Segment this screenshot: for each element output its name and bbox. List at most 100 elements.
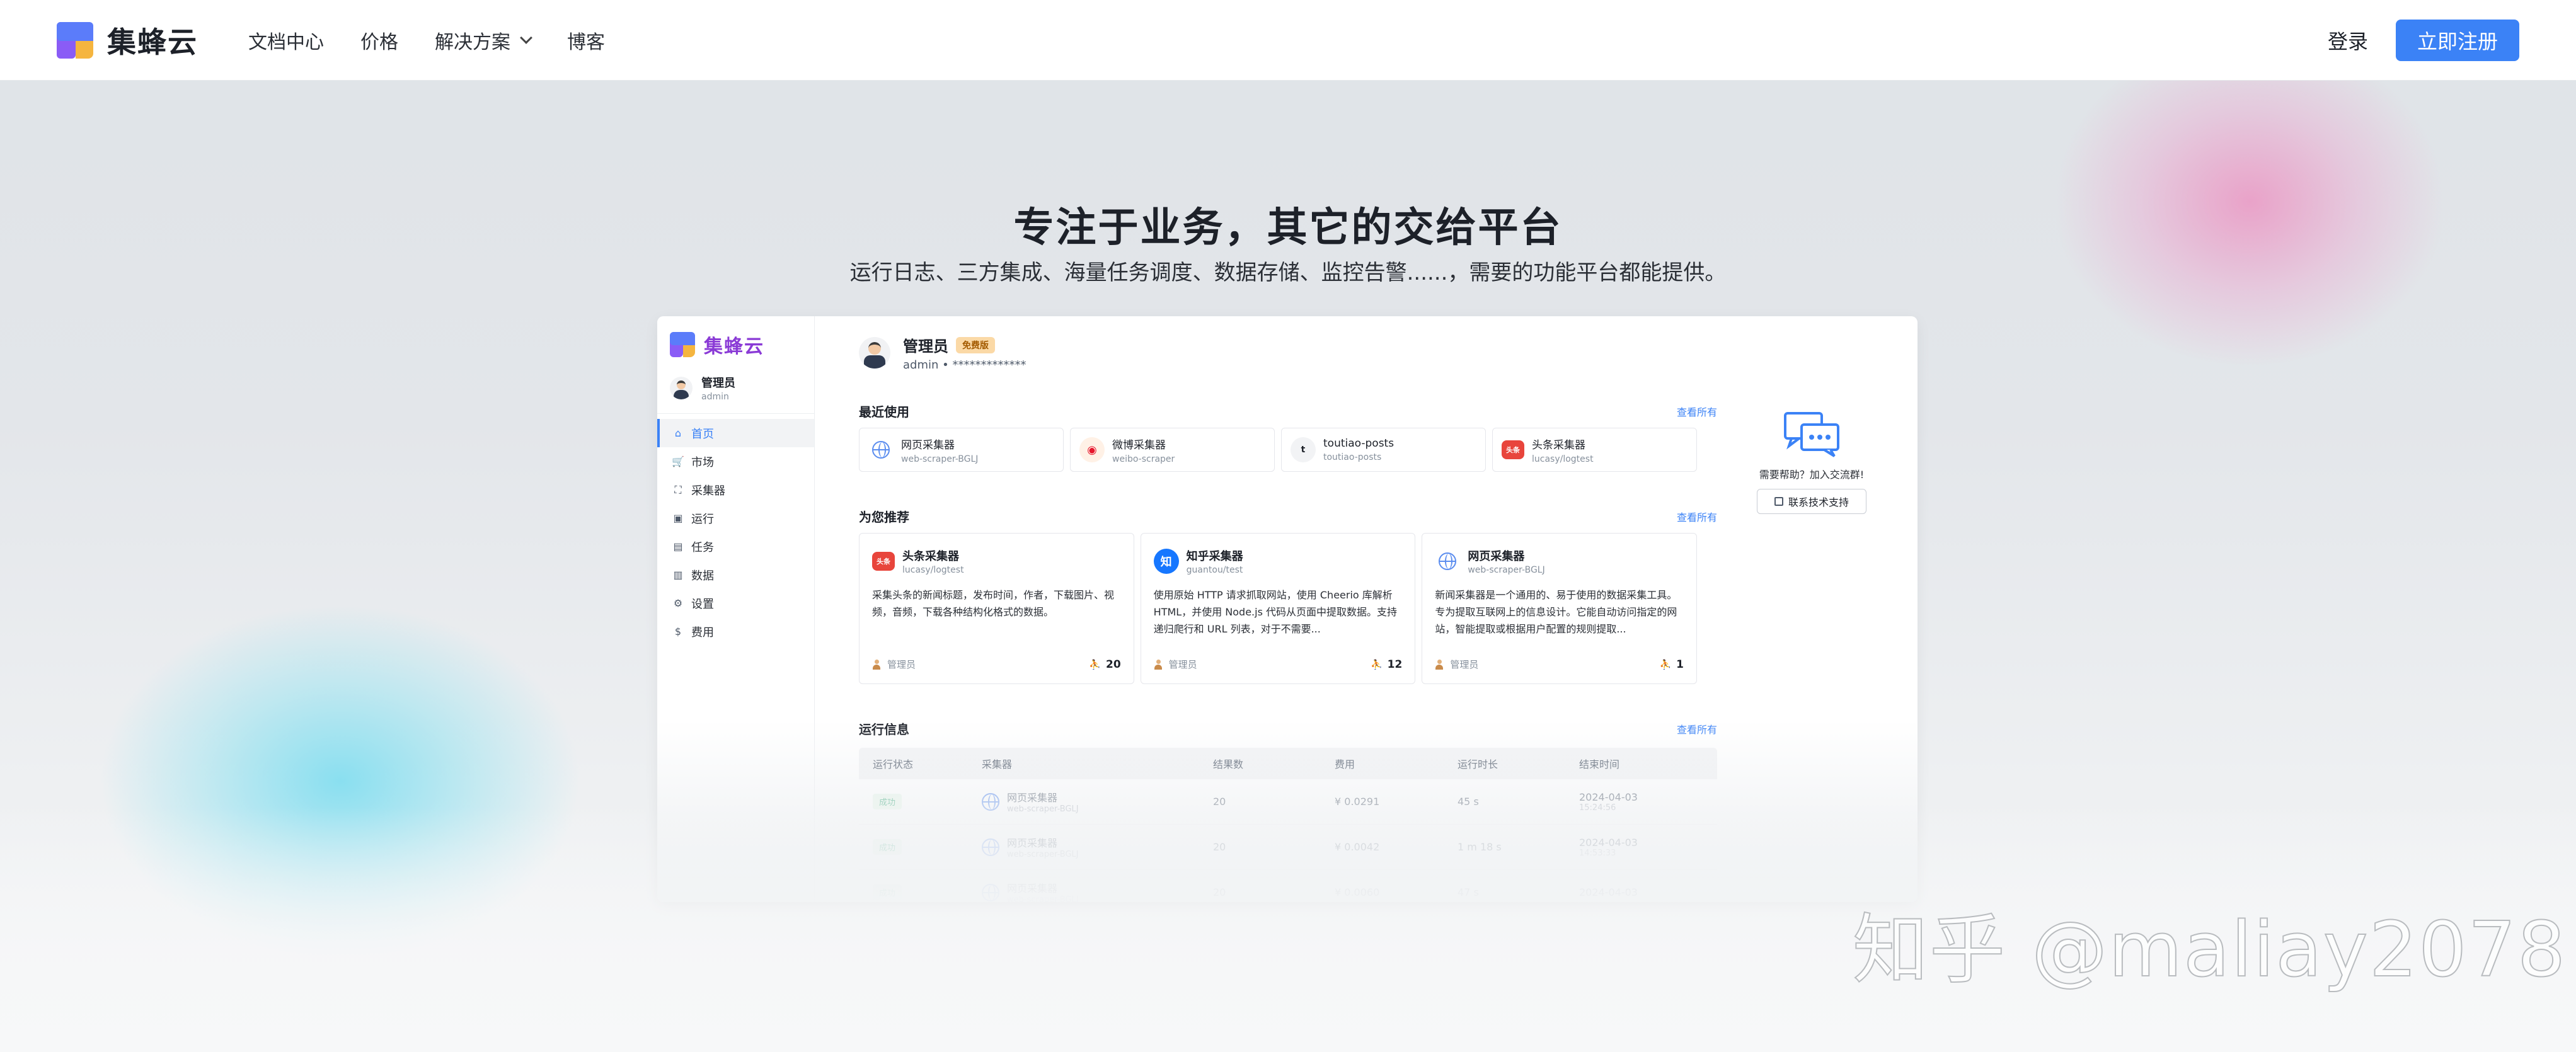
- recommend-section-header: 为您推荐 查看所有: [859, 507, 1717, 525]
- runs-title: 运行信息: [859, 722, 909, 737]
- sidebar-item-label: 采集器: [691, 484, 725, 498]
- chevron-down-icon: [520, 31, 532, 44]
- sidebar-item-label: 任务: [691, 540, 714, 554]
- sidebar-item-2[interactable]: ⛶ 采集器: [657, 476, 814, 504]
- run-icon: ▣: [673, 512, 683, 524]
- recent-card[interactable]: ◉ 微博采集器 weibo-scraper: [1070, 428, 1275, 472]
- nav-solutions-label: 解决方案: [435, 31, 510, 54]
- sidebar-item-0[interactable]: ⌂ 首页: [657, 419, 814, 447]
- signup-button[interactable]: 立即注册: [2395, 19, 2519, 61]
- recommend-card-author: 管理员: [1435, 658, 1478, 671]
- author-name: 管理员: [1168, 659, 1197, 670]
- recommend-card-id: guantou/test: [1186, 565, 1243, 575]
- recommend-card-name: 知乎采集器: [1186, 550, 1243, 563]
- col-scraper: 采集器: [982, 758, 1013, 770]
- chat-icon: [1784, 412, 1839, 457]
- admin-avatar: [859, 337, 890, 369]
- recommend-card-description: 采集头条的新闻标题，发布时间，作者，下载图片、视频，音频，下载各种结构化格式的数…: [872, 589, 1115, 618]
- data-icon: ▥: [673, 569, 683, 581]
- recommend-card[interactable]: 头条 头条采集器 lucasy/logtest 采集头条的新闻标题，发布时间，作者，下…: [859, 533, 1134, 684]
- recommend-card[interactable]: 网页采集器 web-scraper-BGLJ 新闻采集器是一个通用的、易于使用的数据…: [1422, 533, 1698, 684]
- recent-card-name: 微博采集器: [1112, 438, 1166, 452]
- recent-title: 最近使用: [859, 404, 909, 420]
- globe-icon: [1435, 549, 1461, 574]
- home-icon: ⌂: [674, 427, 682, 439]
- author-name: 管理员: [1450, 659, 1479, 670]
- recommend-card-author: 管理员: [1154, 658, 1197, 671]
- t-letter-icon: t: [1291, 437, 1316, 462]
- recommend-card[interactable]: 知知乎采集器 guantou/test 使用原始 HTTP 请求抓取网站，使用 Ch…: [1140, 533, 1416, 684]
- sidebar-item-6[interactable]: ⚙ 设置: [657, 589, 814, 617]
- sidebar-item-4[interactable]: ▤ 任务: [657, 532, 814, 561]
- recommend-card-run-count: ⛹ 1: [1659, 658, 1684, 671]
- recent-card[interactable]: 网页采集器 web-scraper-BGLJ: [859, 428, 1064, 472]
- scraper-icon: ⛶: [674, 483, 682, 496]
- run-count-value: 12: [1387, 658, 1403, 671]
- help-text: 需要帮助？加入交流群!: [1759, 469, 1865, 481]
- recent-card[interactable]: 头条 头条采集器 lucasy/logtest: [1492, 428, 1697, 472]
- admin-header: 管理员 免费版 admin • *************: [859, 334, 1697, 372]
- nav-blog[interactable]: 博客: [567, 26, 605, 54]
- recent-card[interactable]: t toutiao-posts toutiao-posts: [1281, 428, 1486, 472]
- recommend-card-author: 管理员: [872, 658, 916, 671]
- person-icon: [872, 659, 881, 670]
- recommend-title: 为您推荐: [859, 510, 909, 525]
- nav-docs[interactable]: 文档中心: [248, 26, 324, 54]
- weibo-icon: ◉: [1079, 437, 1105, 462]
- sidebar-user[interactable]: 管理员 admin: [657, 360, 814, 414]
- cost-icon: $: [674, 626, 682, 637]
- brand-name[interactable]: 集蜂云: [107, 20, 198, 61]
- sidebar-item-3[interactable]: ▣ 运行: [657, 504, 814, 532]
- runs-table-header: 运行状态 采集器 结果数 费用 运行时长 结束时间: [859, 748, 1717, 779]
- top-navbar: 集蜂云 文档中心 价格 解决方案 博客 登录 立即注册: [0, 0, 2576, 81]
- cart-icon: 🛒: [672, 455, 684, 467]
- sidebar-item-label: 设置: [691, 597, 714, 611]
- recent-card-name: toutiao-posts: [1323, 437, 1394, 450]
- settings-icon: ⚙: [673, 597, 683, 609]
- toutiao-icon: 头条: [1502, 440, 1524, 459]
- hero-title: 专注于业务，其它的交给平台: [1013, 205, 1563, 251]
- sidebar-user-name: 管理员: [701, 377, 735, 390]
- col-results: 结果数: [1213, 758, 1244, 770]
- col-end-time: 结束时间: [1579, 758, 1620, 770]
- external-link-icon: [1774, 497, 1783, 506]
- runs-section-header: 运行信息 查看所有: [859, 719, 1717, 738]
- nav-solutions[interactable]: 解决方案: [435, 26, 532, 54]
- globe-icon: [868, 437, 894, 462]
- recommend-see-all-link[interactable]: 查看所有: [1677, 509, 1717, 524]
- sidebar-item-7[interactable]: $ 费用: [657, 617, 814, 646]
- brand-logo-icon[interactable]: [57, 21, 93, 59]
- run-count-value: 20: [1106, 658, 1121, 671]
- runner-icon: ⛹: [1659, 658, 1672, 670]
- app-logo-icon: [670, 332, 695, 357]
- contact-support-button[interactable]: 联系技术支持: [1757, 489, 1866, 514]
- col-status: 运行状态: [873, 758, 914, 770]
- app-brand-name: 集蜂云: [704, 336, 764, 358]
- sidebar-item-5[interactable]: ▥ 数据: [657, 561, 814, 589]
- sidebar-item-label: 运行: [691, 512, 714, 526]
- run-end-date: 2024-04-03: [1579, 791, 1638, 803]
- recent-see-all-link[interactable]: 查看所有: [1677, 404, 1717, 419]
- recommend-card-run-count: ⛹ 20: [1089, 658, 1120, 671]
- login-link[interactable]: 登录: [2328, 26, 2368, 55]
- person-icon: [1154, 659, 1163, 670]
- sidebar-user-id: admin: [701, 392, 729, 402]
- admin-name: 管理员: [903, 338, 948, 355]
- sidebar-item-1[interactable]: 🛒 市场: [657, 447, 814, 476]
- sidebar-item-label: 首页: [691, 427, 714, 441]
- nav-pricing[interactable]: 价格: [360, 26, 398, 54]
- avatar: [670, 377, 693, 399]
- sidebar-item-label: 费用: [691, 626, 714, 639]
- sidebar-item-label: 市场: [691, 455, 714, 469]
- app-brand: 集蜂云: [657, 316, 814, 360]
- sidebar-item-label: 数据: [691, 569, 714, 583]
- watermark-text: 知乎 @maliay2078: [1852, 906, 2567, 995]
- author-name: 管理员: [887, 659, 916, 670]
- zhihu-icon: 知: [1153, 549, 1179, 574]
- task-icon: ▤: [673, 540, 683, 552]
- recent-card-id: toutiao-posts: [1323, 452, 1382, 462]
- recent-card-name: 网页采集器: [901, 438, 955, 452]
- runs-see-all-link[interactable]: 查看所有: [1677, 721, 1717, 736]
- person-icon: [1435, 659, 1444, 670]
- recent-card-id: web-scraper-BGLJ: [901, 454, 979, 464]
